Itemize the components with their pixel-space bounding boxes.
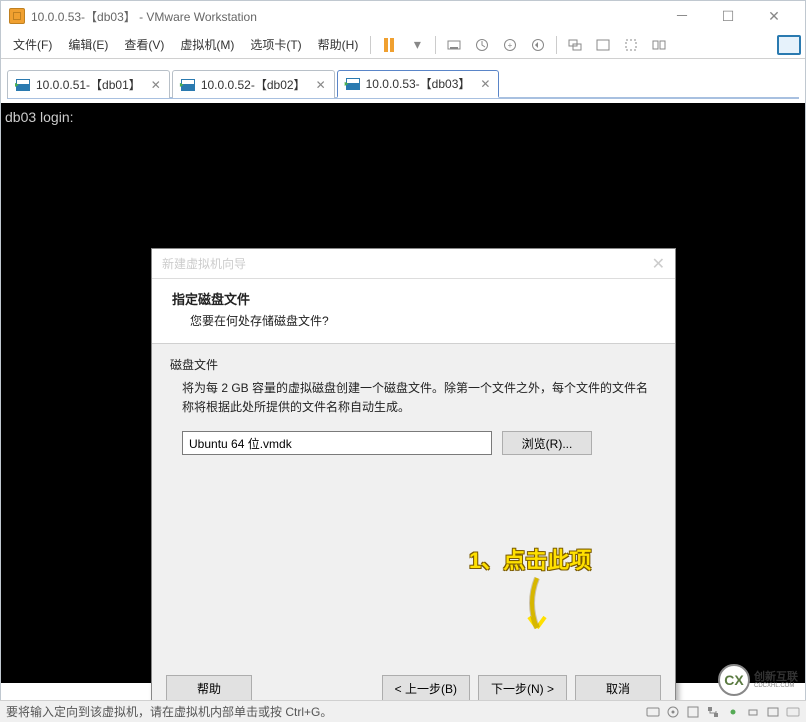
snapshot-revert-icon[interactable] [528,35,548,55]
terminal-view[interactable]: db03 login: 新建虚拟机向导 ✕ 指定磁盘文件 您要在何处存储磁盘文件… [1,103,805,683]
printer-icon [746,705,760,719]
tab-close-icon[interactable]: ✕ [480,77,490,91]
snapshot-icon[interactable] [472,35,492,55]
usb-icon [726,705,740,719]
tab-row: 10.0.0.51-【db01】 ✕ 10.0.0.52-【db02】 ✕ 10… [7,69,799,99]
disk-file-label: 磁盘文件 [170,356,657,373]
window-title: 10.0.0.53-【db03】 - VMware Workstation [31,8,659,25]
tab-label: 10.0.0.51-【db01】 [36,76,141,93]
watermark-sub: CDCXHL.COM [754,683,798,689]
fit-guest-icon[interactable] [565,35,585,55]
power-dropdown-icon[interactable]: ▾ [407,35,427,55]
vm-icon [16,79,30,91]
tab-close-icon[interactable]: ✕ [151,78,161,92]
close-button[interactable]: ✕ [751,1,797,31]
disk-file-input[interactable] [182,431,492,455]
tab-close-icon[interactable]: ✕ [316,78,326,92]
tab-label: 10.0.0.52-【db02】 [201,76,306,93]
tab-label: 10.0.0.53-【db03】 [366,75,471,92]
watermark-logo: CX [718,664,750,696]
menu-file[interactable]: 文件(F) [5,32,60,57]
watermark-text: 创新互联 [754,672,798,683]
dialog-heading: 指定磁盘文件 [172,289,655,308]
dialog-close-button[interactable]: ✕ [652,254,665,274]
menubar: 文件(F) 编辑(E) 查看(V) 虚拟机(M) 选项卡(T) 帮助(H) ▾ … [1,31,805,59]
menu-edit[interactable]: 编辑(E) [60,32,116,57]
next-button[interactable]: 下一步(N) > [478,675,567,701]
send-ctrl-alt-del-icon[interactable] [444,35,464,55]
statusbar: 要将输入定向到该虚拟机，请在虚拟机内部单击或按 Ctrl+G。 [0,700,806,722]
help-button[interactable]: 帮助 [166,675,252,701]
menu-help[interactable]: 帮助(H) [310,32,367,57]
status-text: 要将输入定向到该虚拟机，请在虚拟机内部单击或按 Ctrl+G。 [6,703,646,720]
annotation-text: 1、点击此项 [469,543,591,575]
minimize-button[interactable]: － [659,1,705,31]
tab-db01[interactable]: 10.0.0.51-【db01】 ✕ [7,70,170,98]
maximize-button[interactable]: ☐ [705,1,751,31]
fit-window-icon[interactable] [593,35,613,55]
floppy-icon [686,705,700,719]
sound-icon [766,705,780,719]
fullscreen-button[interactable] [777,35,801,55]
message-icon [786,705,800,719]
stretch-icon[interactable] [621,35,641,55]
disk-file-desc: 将为每 2 GB 容量的虚拟磁盘创建一个磁盘文件。除第一个文件之外，每个文件的文… [182,379,657,417]
new-vm-wizard-dialog: 新建虚拟机向导 ✕ 指定磁盘文件 您要在何处存储磁盘文件? 磁盘文件 将为每 2… [151,248,676,716]
snapshot-take-icon[interactable]: + [500,35,520,55]
cd-icon [666,705,680,719]
svg-text:+: + [508,41,513,50]
vm-icon [346,78,360,90]
vm-icon [181,79,195,91]
browse-button[interactable]: 浏览(R)... [502,431,592,455]
unity-icon[interactable] [649,35,669,55]
window-titlebar: 10.0.0.53-【db03】 - VMware Workstation － … [1,1,805,31]
annotation-arrow-icon [517,573,557,653]
back-button[interactable]: < 上一步(B) [382,675,470,701]
dialog-title: 新建虚拟机向导 [162,255,652,272]
network-icon [706,705,720,719]
app-icon [9,8,25,24]
watermark: CX 创新互联 CDCXHL.COM [718,664,798,696]
pause-button[interactable] [379,35,399,55]
terminal-line: db03 login: [5,109,801,125]
tab-db03[interactable]: 10.0.0.53-【db03】 ✕ [337,70,500,98]
menu-vm[interactable]: 虚拟机(M) [172,32,242,57]
dialog-subheading: 您要在何处存储磁盘文件? [172,312,655,329]
tab-db02[interactable]: 10.0.0.52-【db02】 ✕ [172,70,335,98]
menu-view[interactable]: 查看(V) [116,32,172,57]
disk-icon [646,705,660,719]
cancel-button[interactable]: 取消 [575,675,661,701]
menu-tabs[interactable]: 选项卡(T) [242,32,309,57]
